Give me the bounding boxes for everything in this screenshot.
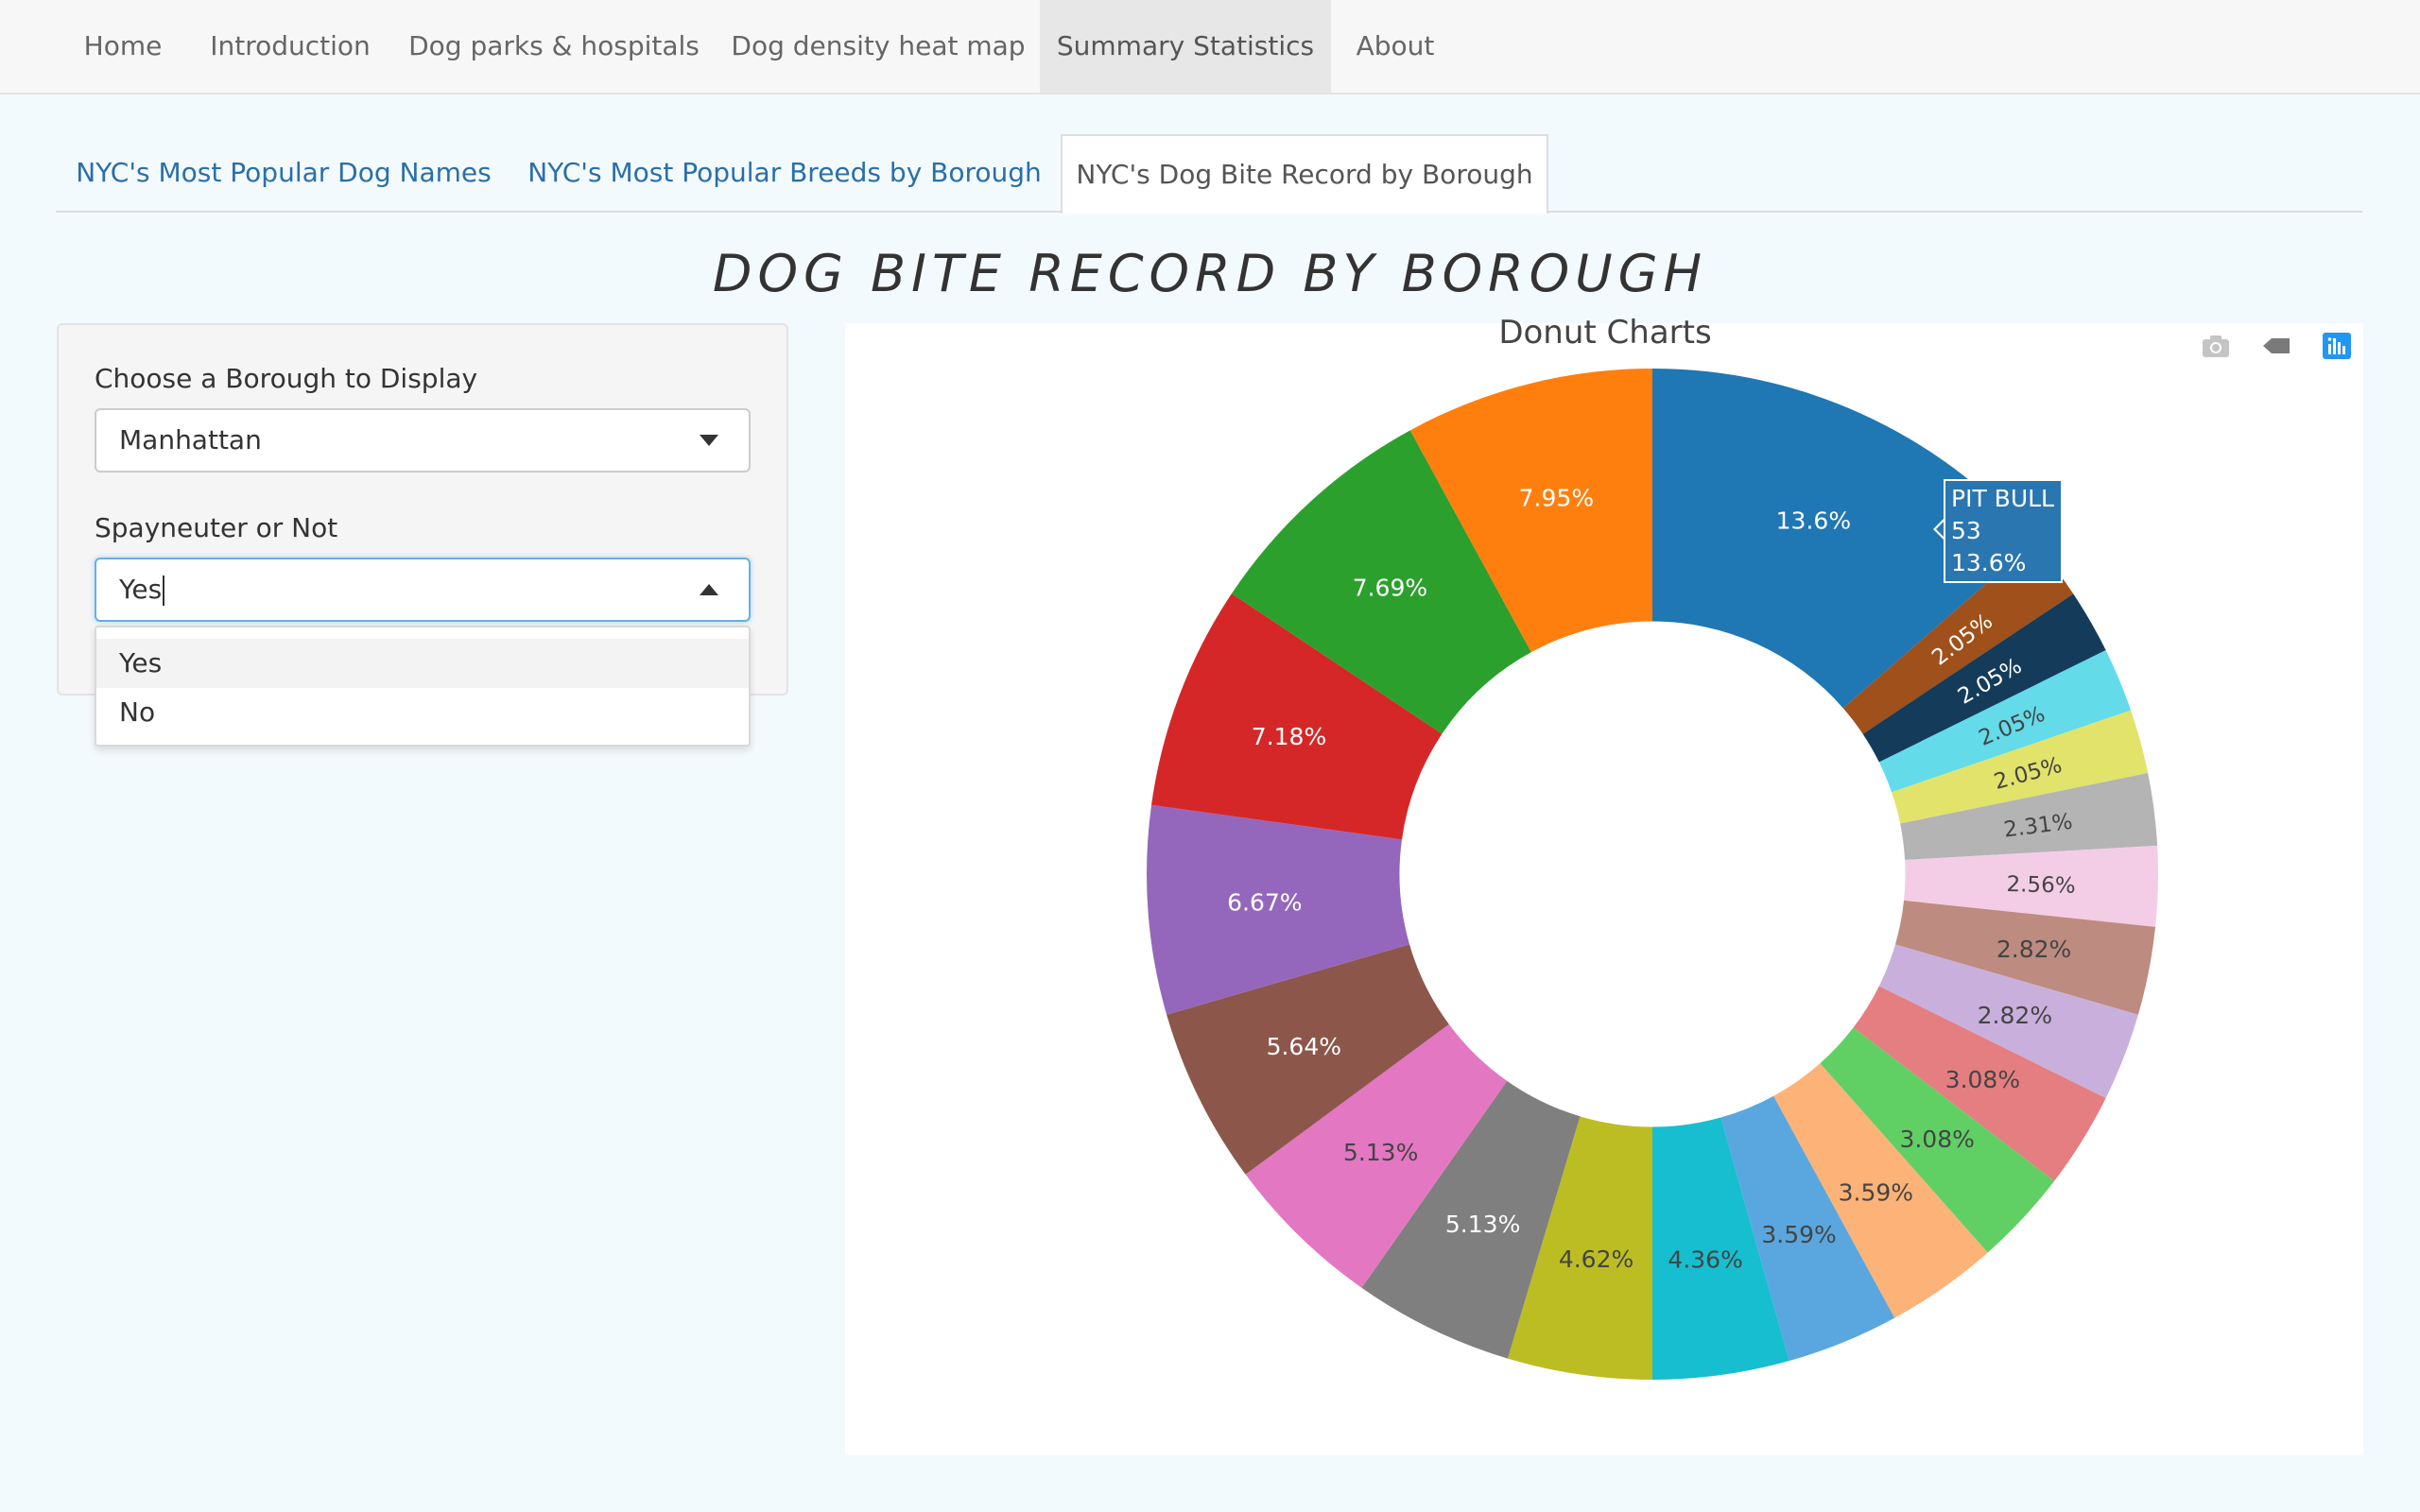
camera-icon[interactable] [2201,333,2231,359]
chevron-down-icon [700,435,718,446]
tag-icon[interactable] [2261,333,2291,359]
top-navbar: Home Introduction Dog parks & hospitals … [0,0,2420,94]
nav-introduction[interactable]: Introduction [191,0,389,93]
slice-percent-label: 3.08% [1899,1125,1974,1153]
slice-percent-label: 7.95% [1519,485,1594,512]
nav-about[interactable]: About [1339,0,1452,93]
tab-breeds[interactable]: NYC's Most Popular Breeds by Borough [522,134,1047,212]
borough-label: Choose a Borough to Display [95,363,478,394]
spay-select[interactable]: Yes [95,558,751,622]
nav-summary-statistics[interactable]: Summary Statistics [1040,0,1331,93]
plotly-logo-icon[interactable] [2322,333,2352,359]
slice-percent-label: 2.82% [1996,936,2071,963]
slice-percent-label: 3.59% [1839,1179,1913,1207]
hover-tooltip-percent: 13.6% [1951,549,2027,576]
nav-home[interactable]: Home [66,0,180,93]
nav-dog-parks[interactable]: Dog parks & hospitals [406,0,701,93]
slice-percent-label: 4.62% [1559,1246,1634,1273]
spay-option-yes[interactable]: Yes [96,639,749,688]
hover-tooltip-label: PIT BULL [1951,485,2054,512]
slice-percent-label: 3.59% [1761,1221,1836,1248]
slice-percent-label: 3.08% [1945,1066,2020,1093]
spay-label: Spayneuter or Not [95,512,338,543]
tab-dog-names[interactable]: NYC's Most Popular Dog Names [57,134,510,212]
donut-chart: 13.6%2.05%2.05%2.05%2.05%2.31%2.56%2.82%… [1147,369,2158,1380]
slice-percent-label: 5.13% [1343,1139,1418,1166]
slice-percent-label: 5.13% [1445,1211,1520,1238]
slice-percent-label: 2.56% [2006,872,2076,899]
slice-percent-label: 5.64% [1267,1033,1341,1060]
hover-tooltip: PIT BULL 53 13.6% [1944,479,2063,583]
slice-percent-label: 7.69% [1353,575,1427,602]
spay-select-value: Yes [119,574,163,605]
slice-percent-label: 2.82% [1978,1002,2052,1029]
tab-dog-bite-record[interactable]: NYC's Dog Bite Record by Borough [1061,134,1548,214]
nav-heat-map[interactable]: Dog density heat map [726,0,1030,93]
hover-tooltip-count: 53 [1951,517,1981,544]
page-title: DOG BITE RECORD BY BOROUGH [712,244,1708,303]
borough-select[interactable]: Manhattan [95,408,751,472]
text-cursor [163,576,165,606]
slice-percent-label: 4.36% [1668,1246,1742,1273]
borough-select-value: Manhattan [119,424,262,455]
spay-option-no[interactable]: No [96,688,749,737]
spay-dropdown-menu: Yes No [95,626,751,747]
slice-percent-label: 7.18% [1252,723,1326,750]
slice-percent-label: 13.6% [1776,507,1851,535]
chevron-up-icon [700,584,718,595]
slice-percent-label: 6.67% [1227,889,1302,917]
